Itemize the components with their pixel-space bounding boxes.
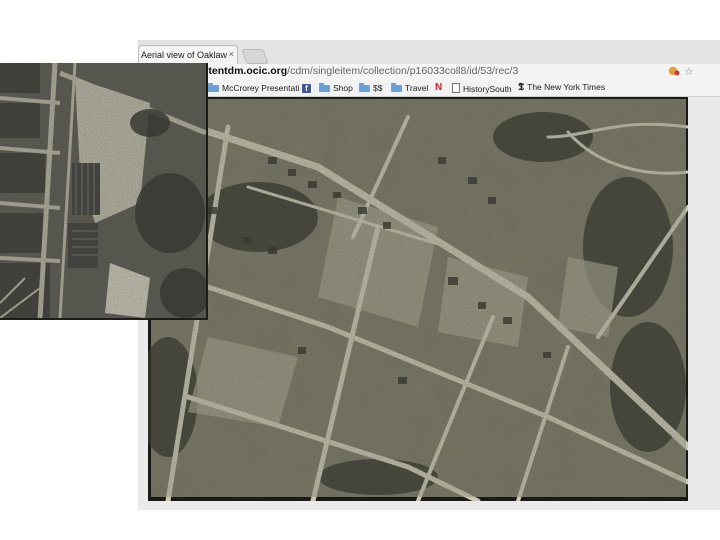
inset-photo xyxy=(0,63,206,318)
url-text[interactable]: ntentdm.ocic.org/cdm/singleitem/collecti… xyxy=(202,65,518,77)
new-tab-button[interactable] xyxy=(241,49,269,64)
bookmark-star-icon[interactable]: ☆ xyxy=(684,65,694,78)
aerial-photo-inset xyxy=(0,63,208,320)
facebook-icon: f xyxy=(302,84,311,93)
folder-icon xyxy=(359,83,370,92)
tab-title: Aerial view of Oaklawn Ave xyxy=(141,50,227,60)
netflix-icon: N xyxy=(435,82,443,93)
bookmarks-bar: McCrorey Presentati f Shop $$ Travel N H… xyxy=(138,81,720,97)
browser-window: Aerial view of Oaklawn Ave × ntentdm.oci… xyxy=(138,40,720,510)
bookmark-nytimes[interactable]: 𝕿 The New York Times xyxy=(518,82,605,93)
bookmark-netflix[interactable]: N xyxy=(435,82,442,93)
bookmark-travel[interactable]: Travel xyxy=(391,83,428,93)
document-icon xyxy=(452,83,460,93)
tab-strip: Aerial view of Oaklawn Ave × xyxy=(138,40,720,64)
bookmark-facebook[interactable]: f xyxy=(302,83,311,93)
bookmark-mccrorey[interactable]: McCrorey Presentati xyxy=(208,83,299,93)
folder-icon xyxy=(391,83,402,92)
address-bar[interactable]: ntentdm.ocic.org/cdm/singleitem/collecti… xyxy=(138,64,720,81)
nyt-icon: 𝕿 xyxy=(518,82,525,93)
aerial-photo-frame xyxy=(138,97,692,504)
folder-icon xyxy=(208,83,219,92)
aerial-photo xyxy=(138,97,692,504)
url-host: ntentdm.ocic.org xyxy=(202,65,288,77)
folder-icon xyxy=(319,83,330,92)
bookmark-money[interactable]: $$ xyxy=(359,83,382,93)
url-path: /cdm/singleitem/collection/p16033coll8/i… xyxy=(287,65,519,77)
tab-close-icon[interactable]: × xyxy=(229,49,234,59)
extension-icon[interactable] xyxy=(668,65,680,80)
bookmark-historysouth[interactable]: HistorySouth xyxy=(452,83,512,94)
tab-aerial-view[interactable]: Aerial view of Oaklawn Ave × xyxy=(138,45,238,64)
bookmark-shop[interactable]: Shop xyxy=(319,83,353,93)
